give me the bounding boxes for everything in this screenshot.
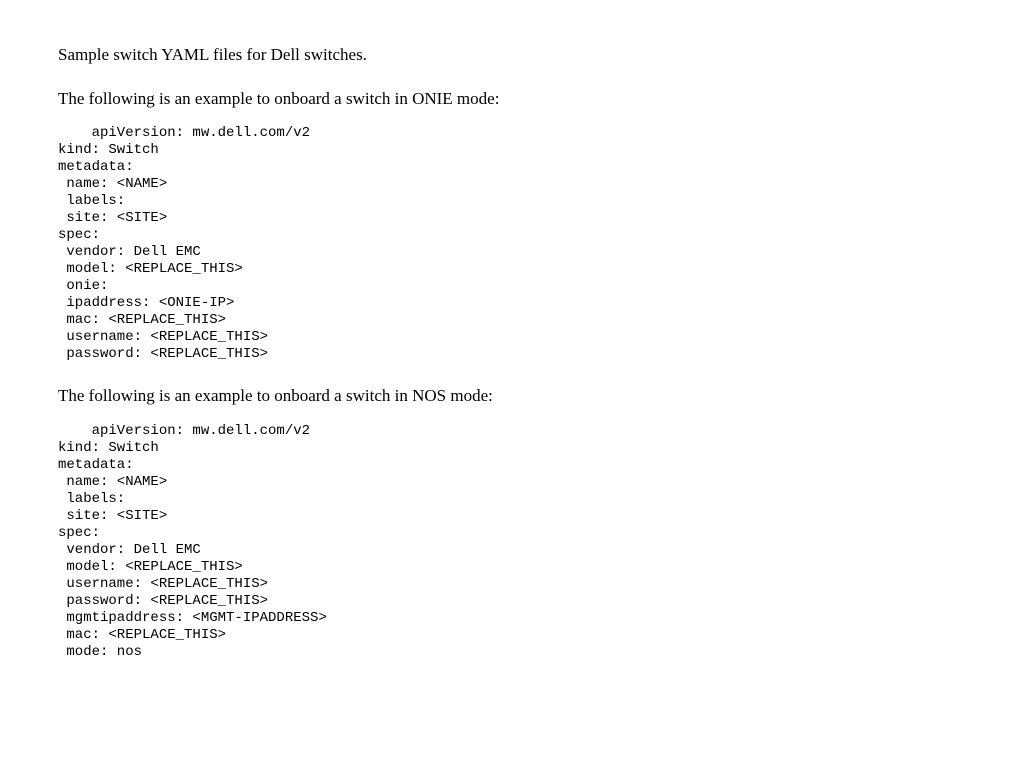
nos-section-label: The following is an example to onboard a… [58,383,966,409]
onie-section-label: The following is an example to onboard a… [58,86,966,112]
intro-paragraph: Sample switch YAML files for Dell switch… [58,42,966,68]
nos-yaml-code: apiVersion: mw.dell.com/v2 kind: Switch … [58,423,966,661]
onie-yaml-code: apiVersion: mw.dell.com/v2 kind: Switch … [58,125,966,363]
